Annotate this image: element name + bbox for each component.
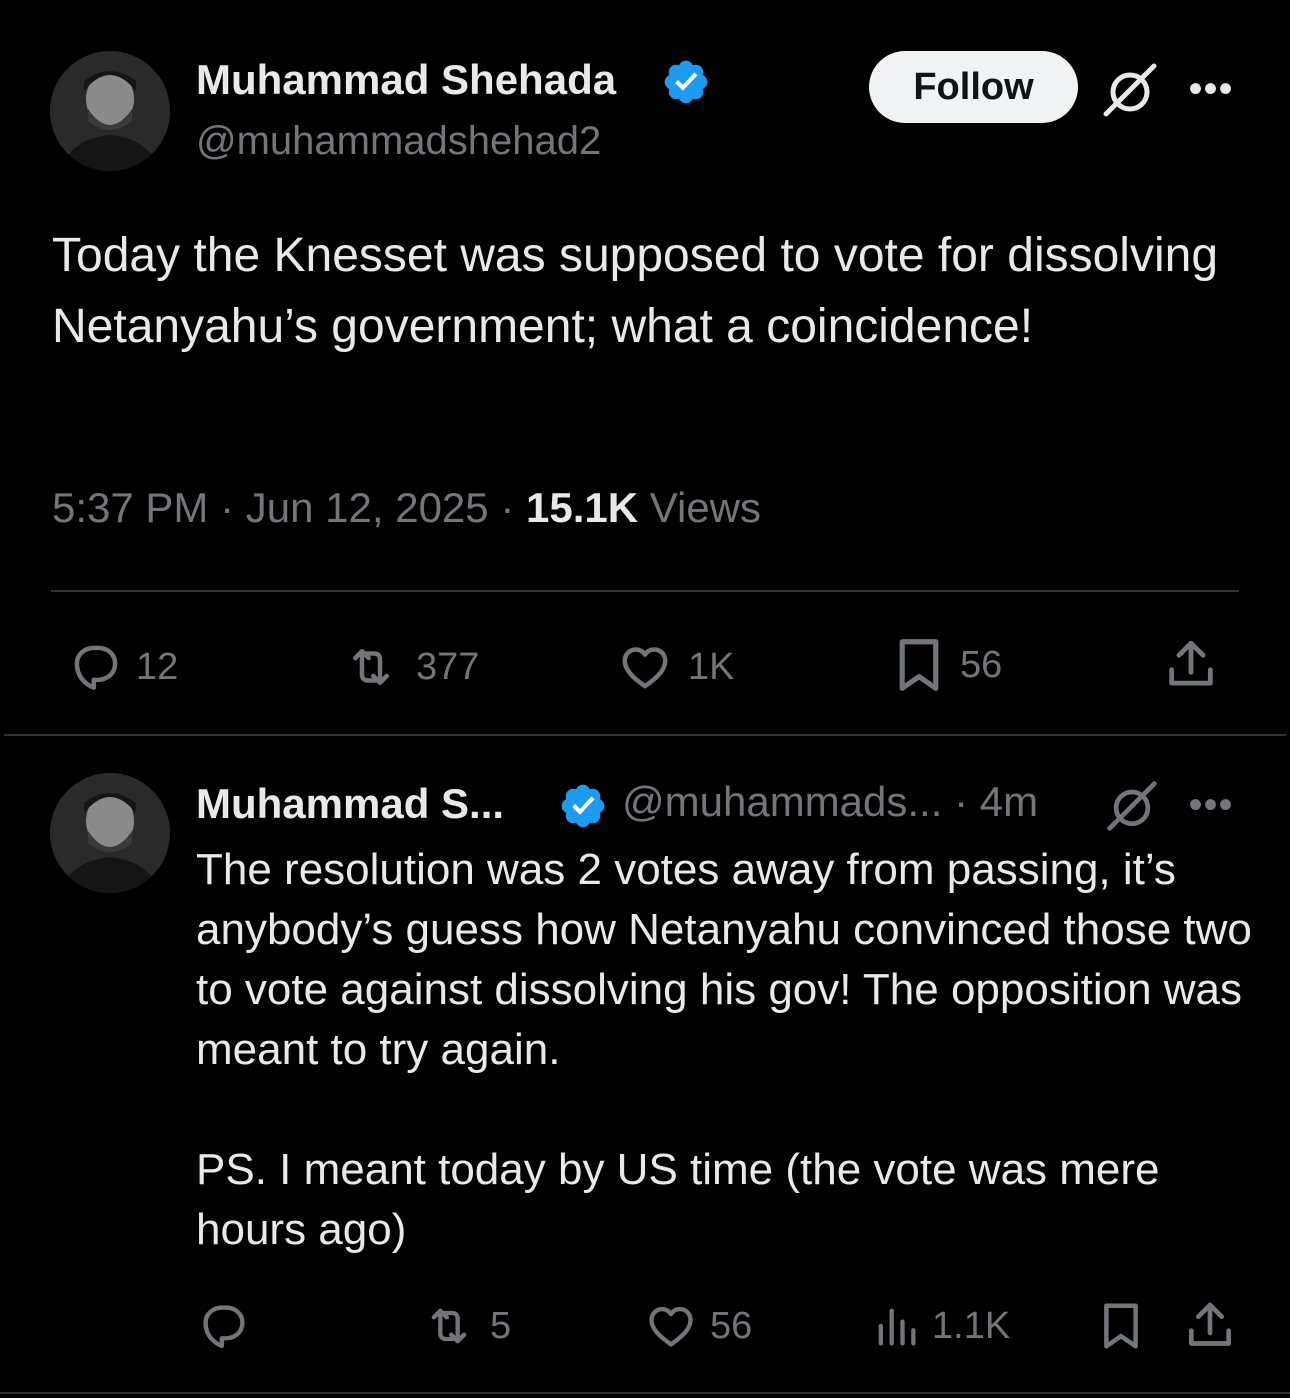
meta-separator: · <box>220 484 235 531</box>
grok-icon[interactable] <box>1104 778 1160 834</box>
meta-separator: · <box>500 484 515 531</box>
heart-icon <box>622 647 668 689</box>
bookmark-button[interactable]: 56 <box>888 634 1002 696</box>
repost-icon <box>353 649 389 685</box>
grok-icon[interactable] <box>1100 60 1160 120</box>
heart-icon <box>649 1306 693 1347</box>
author-name[interactable]: Muhammad Shehada <box>196 56 616 104</box>
views-icon <box>878 1308 916 1346</box>
like-button[interactable]: 1K <box>612 640 734 694</box>
repost-count: 5 <box>490 1304 512 1347</box>
reply-count: 12 <box>136 645 179 688</box>
repost-count: 377 <box>416 645 480 688</box>
views-label: Views <box>649 484 762 531</box>
share-button[interactable] <box>1160 636 1222 694</box>
reply-author-name[interactable]: Muhammad S... <box>196 780 504 828</box>
reply-author-avatar[interactable] <box>50 773 170 893</box>
verified-badge-icon <box>664 60 708 104</box>
share-button[interactable] <box>1182 1298 1238 1354</box>
bookmark-icon <box>899 639 939 691</box>
reply-author-handle: @muhammads... · 4m <box>622 778 1038 826</box>
bookmark-count: 56 <box>960 643 1003 686</box>
views-count: 1.1K <box>932 1304 1011 1347</box>
more-options-icon[interactable]: ••• <box>1184 64 1238 114</box>
follow-button[interactable]: Follow <box>869 51 1078 123</box>
author-handle[interactable]: @muhammadshehad2 <box>196 119 601 164</box>
reply-button[interactable] <box>196 1300 252 1352</box>
reply-handle-text[interactable]: @muhammads... <box>622 778 942 825</box>
repost-icon <box>431 1308 467 1344</box>
more-options-icon[interactable]: ••• <box>1184 782 1238 828</box>
views-button[interactable]: 1.1K <box>870 1300 1010 1352</box>
like-count: 56 <box>710 1304 753 1347</box>
author-avatar[interactable] <box>50 51 170 171</box>
repost-button[interactable]: 5 <box>418 1300 511 1352</box>
divider <box>4 734 1286 736</box>
bookmark-icon <box>1104 1303 1138 1349</box>
tweet-time[interactable]: 5:37 PM <box>52 484 208 531</box>
tweet-meta: 5:37 PM · Jun 12, 2025 · 15.1K Views <box>52 484 761 532</box>
repost-button[interactable]: 377 <box>336 640 479 694</box>
share-icon <box>1169 640 1213 686</box>
time-separator: · <box>954 778 969 825</box>
share-icon <box>1189 1302 1231 1346</box>
reply-icon <box>74 645 118 690</box>
reply-text: The resolution was 2 votes away from pas… <box>196 845 1252 1254</box>
reply-button[interactable]: 12 <box>66 640 178 694</box>
tweet-date[interactable]: Jun 12, 2025 <box>246 484 489 531</box>
tweet-text: Today the Knesset was supposed to vote f… <box>52 229 1219 353</box>
like-button[interactable]: 56 <box>642 1300 752 1352</box>
divider <box>51 590 1239 592</box>
verified-badge-icon <box>561 784 605 828</box>
reply-timestamp[interactable]: 4m <box>980 778 1038 825</box>
divider <box>0 1392 1290 1394</box>
bookmark-button[interactable] <box>1094 1298 1148 1354</box>
like-count: 1K <box>688 645 735 688</box>
reply-icon <box>203 1305 245 1349</box>
views-count: 15.1K <box>525 484 639 531</box>
